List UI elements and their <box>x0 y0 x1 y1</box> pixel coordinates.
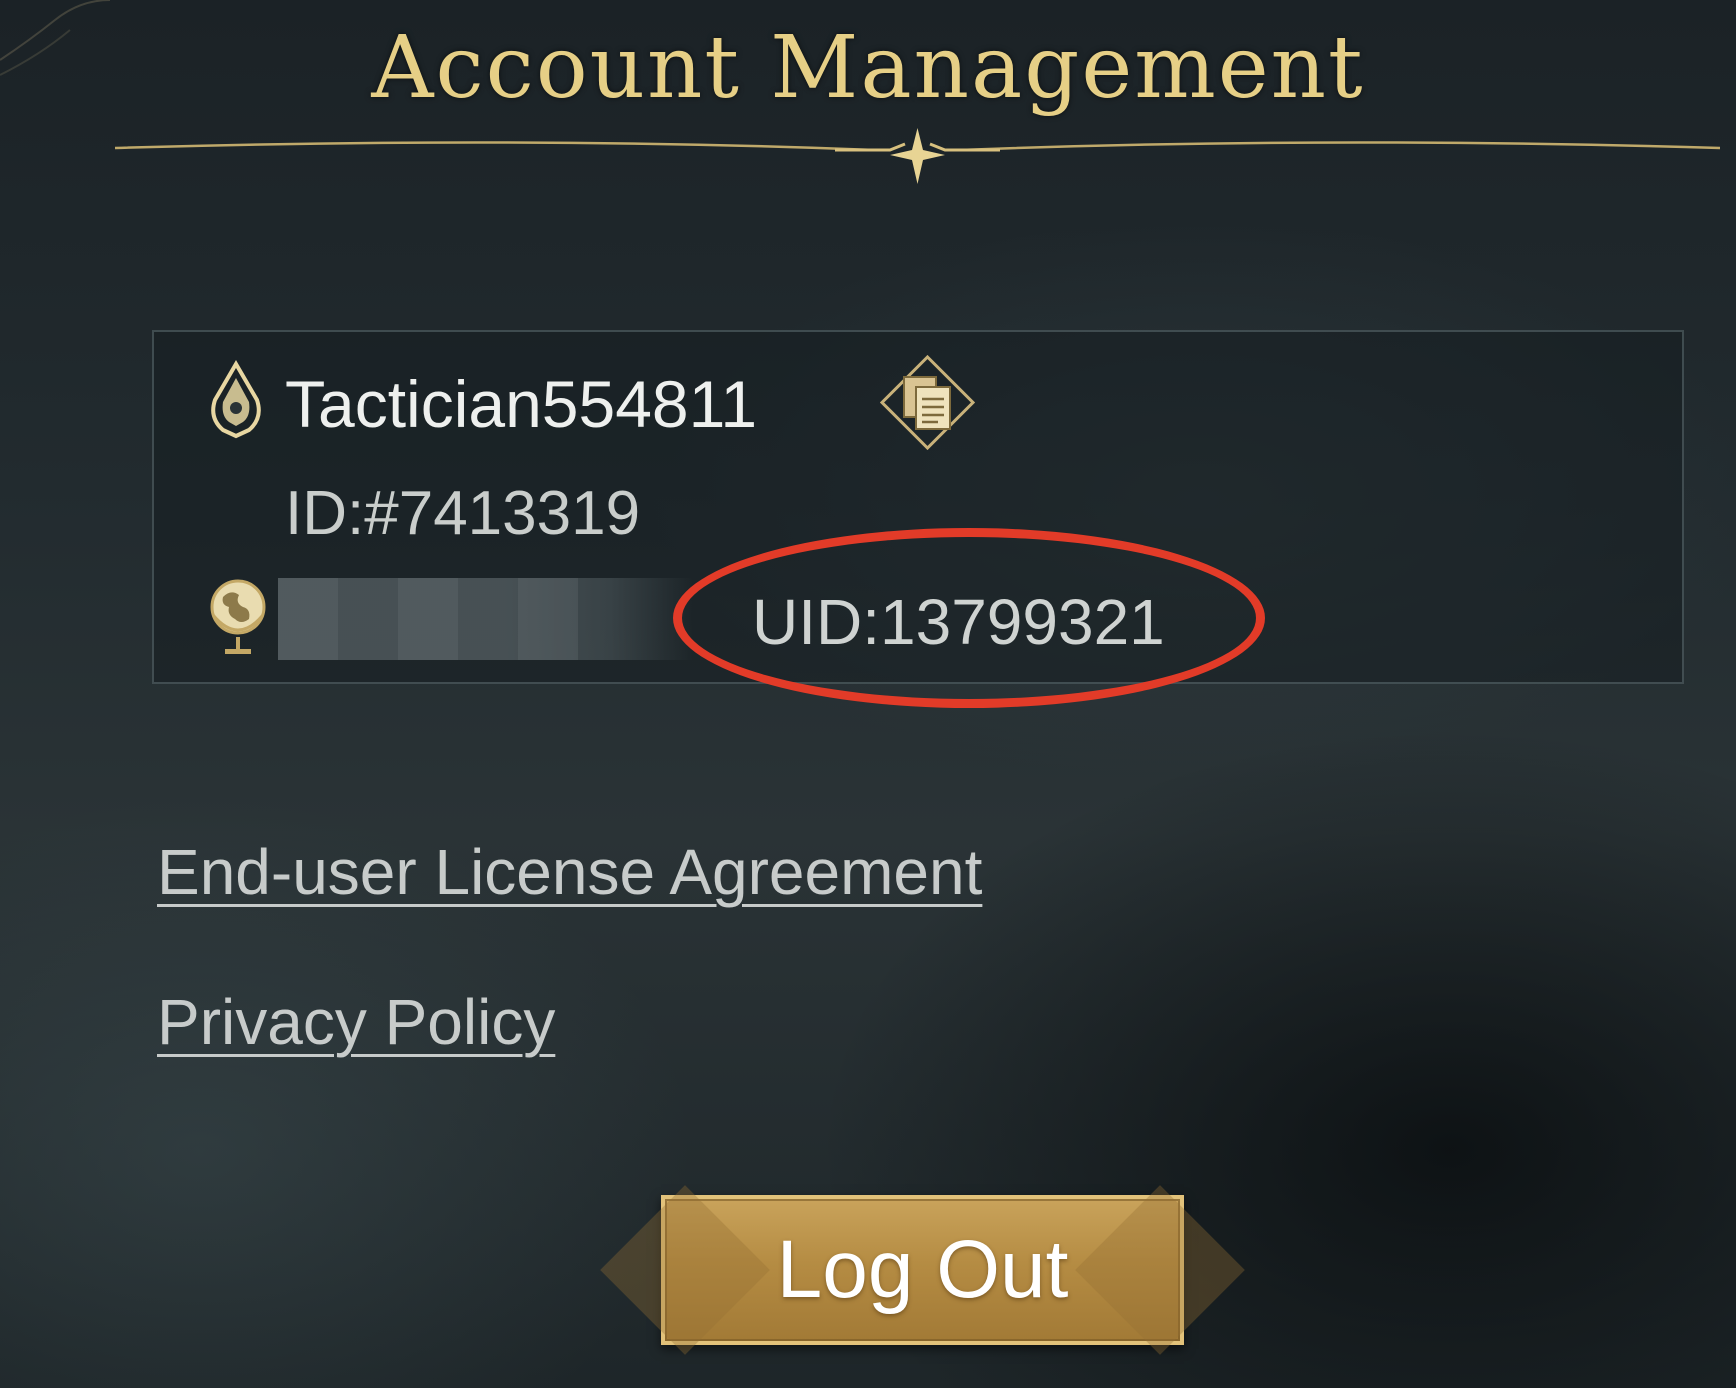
copy-icon <box>879 354 976 451</box>
logout-button-label: Log Out <box>776 1224 1069 1315</box>
title-divider-ornament <box>115 128 1720 184</box>
server-name-redacted <box>278 578 693 660</box>
copy-button[interactable] <box>879 354 976 451</box>
account-id: ID:#7413319 <box>285 479 641 548</box>
logout-button[interactable]: Log Out <box>600 1185 1245 1355</box>
account-uid: UID:13799321 <box>752 586 1165 658</box>
button-ornament-right <box>1075 1185 1245 1355</box>
privacy-policy-link[interactable]: Privacy Policy <box>157 985 555 1059</box>
hooded-figure-icon <box>211 360 261 439</box>
button-ornament-left <box>600 1185 770 1355</box>
page-title: Account Management <box>371 18 1365 118</box>
globe-icon <box>210 579 266 654</box>
account-username: Tactician554811 <box>285 367 758 441</box>
eula-link[interactable]: End-user License Agreement <box>157 835 982 909</box>
